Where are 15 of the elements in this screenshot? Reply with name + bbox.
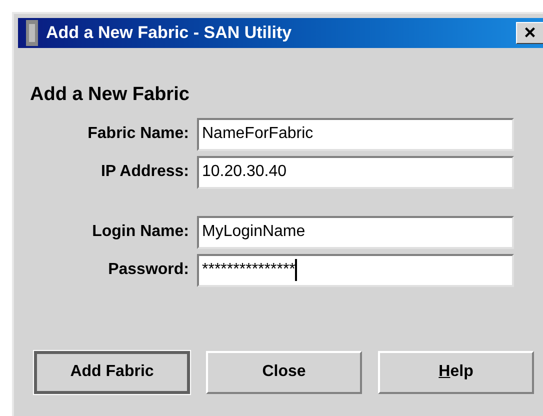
input-field[interactable]: MyLoginName <box>197 216 514 248</box>
dialog-button[interactable]: Close <box>206 350 362 394</box>
close-button[interactable]: × <box>516 22 543 44</box>
field-label: Fabric Name: <box>86 124 190 144</box>
field-label: Password: <box>107 260 190 280</box>
dialog-button[interactable]: Help <box>378 350 534 394</box>
dialog-button[interactable]: Add Fabric <box>34 350 190 394</box>
app-icon <box>26 20 38 46</box>
input-field[interactable]: NameForFabric <box>197 118 514 150</box>
input-field[interactable]: *************** <box>197 254 514 286</box>
field-label: Login Name: <box>91 222 190 242</box>
dialog-heading: Add a New Fabric <box>30 83 190 107</box>
field-label: IP Address: <box>100 162 190 182</box>
input-field[interactable]: 10.20.30.40 <box>197 156 514 188</box>
window-title: Add a New Fabric - SAN Utility <box>46 22 292 44</box>
